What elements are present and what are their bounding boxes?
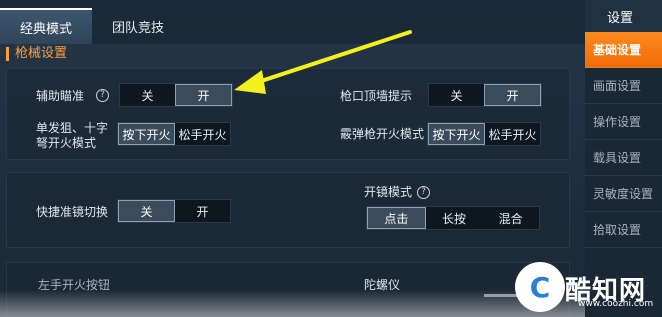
sidebar-item-controls[interactable]: 操作设置 bbox=[585, 104, 662, 140]
sidebar-item-pickup[interactable]: 拾取设置 bbox=[585, 212, 662, 248]
sidebar-item-basic[interactable]: 基础设置 bbox=[585, 32, 662, 68]
sidebar-item-sensitivity[interactable]: 灵敏度设置 bbox=[585, 176, 662, 212]
watermark-logo-icon: C bbox=[515, 262, 565, 312]
annotation-arrow-icon bbox=[234, 30, 412, 94]
sidebar-item-vehicle[interactable]: 载具设置 bbox=[585, 140, 662, 176]
settings-header: 设置 bbox=[585, 0, 662, 32]
watermark-url: www.coozhi.com bbox=[578, 299, 654, 309]
sidebar-item-graphics[interactable]: 画面设置 bbox=[585, 68, 662, 104]
